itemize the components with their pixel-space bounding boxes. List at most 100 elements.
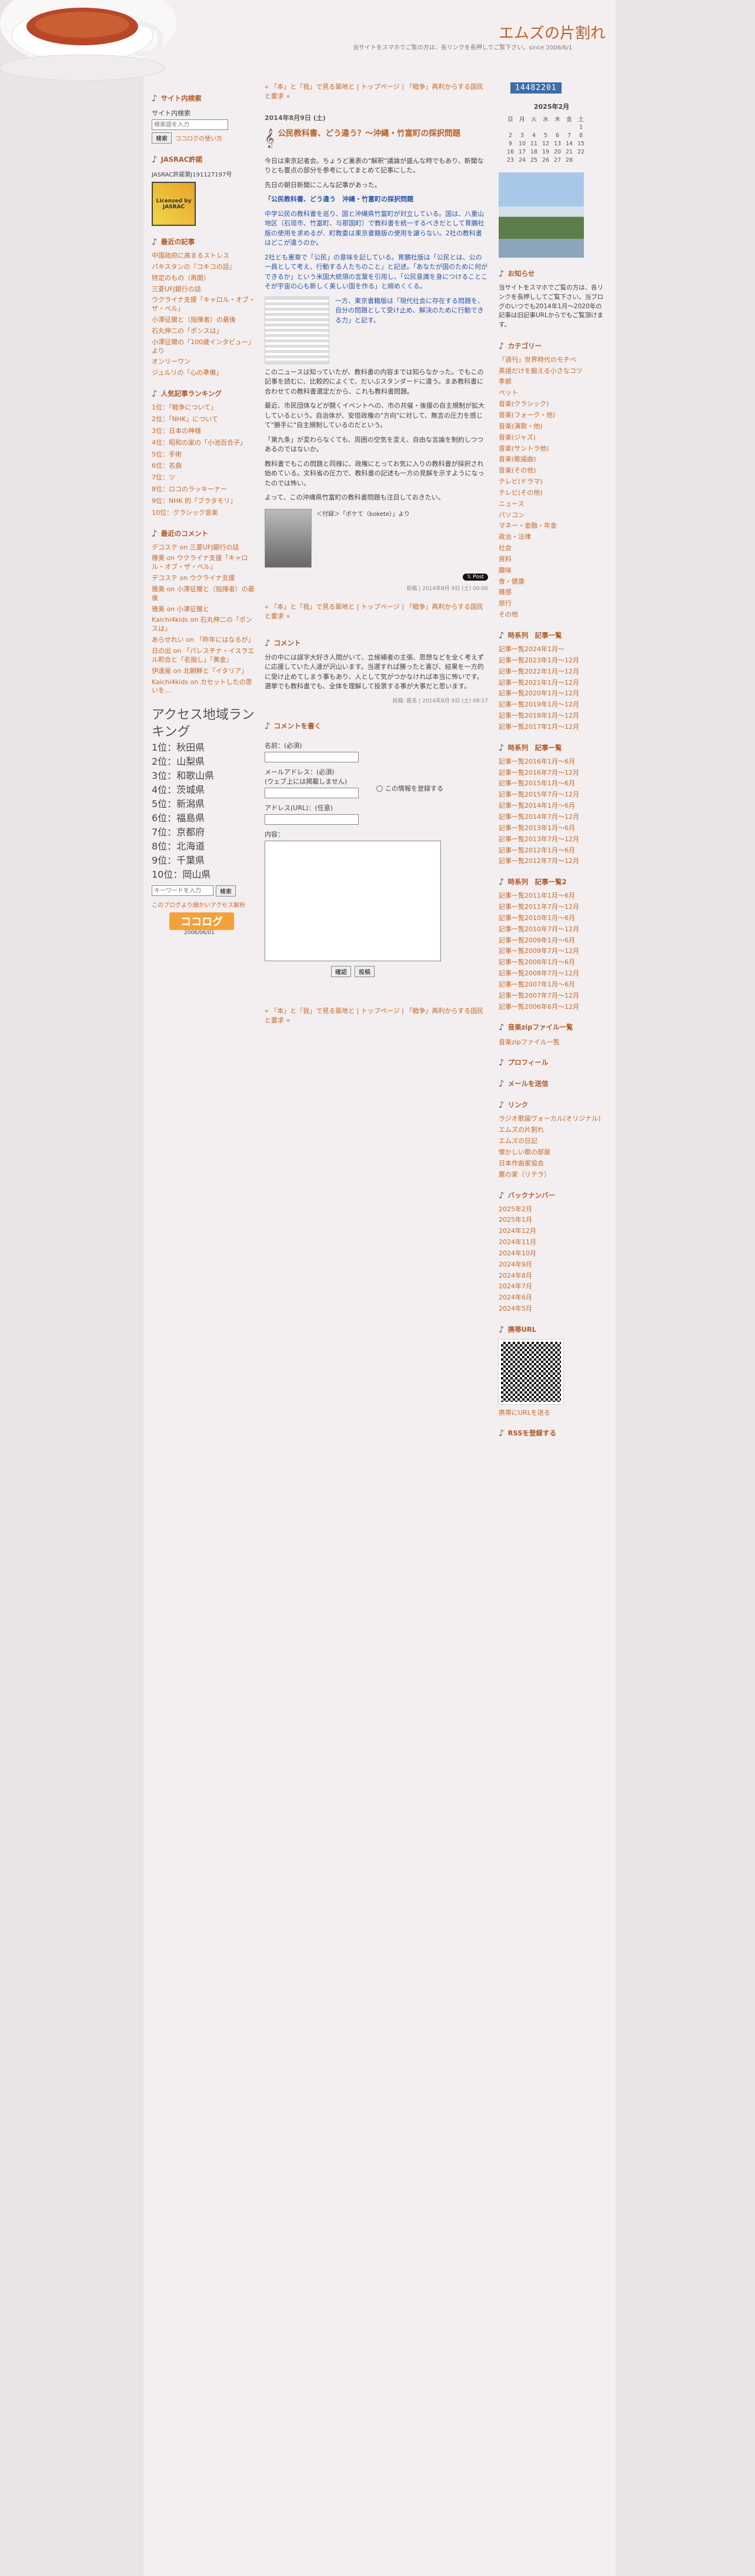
- history-link[interactable]: 記事一覧2009年1月〜6月: [499, 937, 604, 945]
- history-link[interactable]: 記事一覧2008年1月〜6月: [499, 958, 604, 967]
- category-link[interactable]: テレビ(ドラマ): [499, 478, 604, 486]
- zip-link[interactable]: 音楽zipファイル一覧: [499, 1037, 604, 1047]
- category-link[interactable]: テレビ(その他): [499, 489, 604, 498]
- history-link[interactable]: 記事一覧2013年1月〜6月: [499, 824, 604, 833]
- recent-post-link[interactable]: 小澤征爾と（指揮者）の最後: [152, 316, 258, 325]
- recent-comment-link[interactable]: 雅美 on 小澤征爾と: [152, 605, 258, 614]
- history-link[interactable]: 記事一覧2012年7月〜12月: [499, 857, 604, 866]
- history-link[interactable]: 記事一覧2019年1月〜12月: [499, 701, 604, 709]
- mail-link[interactable]: ♪ メールを送信: [499, 1078, 604, 1089]
- recent-comment-link[interactable]: 伊達屋 on 北朝鮮と「イタリア」: [152, 667, 258, 676]
- rss-link[interactable]: ♪ RSSを登録する: [499, 1428, 604, 1438]
- month-link[interactable]: 2025年2月: [499, 1205, 604, 1214]
- keyword-input[interactable]: [152, 885, 213, 897]
- history-link[interactable]: 記事一覧2014年7月〜12月: [499, 813, 604, 822]
- external-link[interactable]: ラジオ歌謡ヴォーカル(オリジナル): [499, 1115, 604, 1124]
- month-link[interactable]: 2024年6月: [499, 1294, 604, 1302]
- category-link[interactable]: 音楽(歌謡曲): [499, 455, 604, 464]
- external-link[interactable]: エムズの日記: [499, 1137, 604, 1146]
- history-link[interactable]: 記事一覧2023年1月〜12月: [499, 657, 604, 665]
- category-link[interactable]: 社会: [499, 544, 604, 553]
- history-link[interactable]: 記事一覧2018年1月〜12月: [499, 712, 604, 721]
- cocolog-logo[interactable]: ココログ: [169, 912, 234, 931]
- category-link[interactable]: 英語だけを鍛える小さなコツ: [499, 367, 604, 376]
- recent-post-link[interactable]: パキスタンの『コキコの話』: [152, 263, 258, 272]
- category-link[interactable]: 音楽(フォーク・他): [499, 411, 604, 420]
- name-field[interactable]: [265, 751, 359, 762]
- recent-comment-link[interactable]: あらせれい on 「昨年にはなるが」: [152, 636, 258, 645]
- history-link[interactable]: 記事一覧2017年1月〜12月: [499, 723, 604, 732]
- comment-textarea[interactable]: [265, 840, 441, 961]
- category-link[interactable]: その他: [499, 611, 604, 619]
- history-link[interactable]: 記事一覧2011年1月〜6月: [499, 892, 604, 901]
- recent-post-link[interactable]: オンリーワン: [152, 358, 258, 366]
- ranking-item[interactable]: 4位：昭和の家の「小池百合子」: [152, 439, 258, 448]
- ranking-item[interactable]: 10位：クラシック音楽: [152, 509, 258, 518]
- keyword-search-button[interactable]: 検索: [216, 885, 236, 897]
- category-link[interactable]: 音楽(サントラ他): [499, 445, 604, 454]
- send-url-link[interactable]: 携帯にURLを送る: [499, 1408, 604, 1417]
- bokete-photo[interactable]: [265, 508, 312, 568]
- category-link[interactable]: 音楽(その他): [499, 466, 604, 475]
- recent-post-link[interactable]: 三菱UFJ銀行の話: [152, 285, 258, 294]
- access-analysis-link[interactable]: このブログより細かいアクセス解析: [152, 900, 258, 909]
- history-link[interactable]: 記事一覧2015年1月〜6月: [499, 779, 604, 788]
- history-link[interactable]: 記事一覧2016年7月〜12月: [499, 769, 604, 778]
- category-link[interactable]: ニュース: [499, 500, 604, 509]
- category-link[interactable]: 音楽(ジャズ): [499, 434, 604, 442]
- recent-comment-link[interactable]: Kaichi4kids on カセットしたの思いを…: [152, 678, 258, 696]
- top-navigation[interactable]: « 「本」と「我」で見る築地と | トップページ | 「戦争」再利からする国民と…: [265, 82, 488, 101]
- footer-navigation[interactable]: « 「本」と「我」で見る築地と | トップページ | 「戦争」再利からする国民と…: [265, 1007, 488, 1025]
- month-link[interactable]: 2024年5月: [499, 1305, 604, 1314]
- category-link[interactable]: 趣味: [499, 566, 604, 575]
- history-link[interactable]: 記事一覧2013年7月〜12月: [499, 835, 604, 844]
- recent-post-link[interactable]: ジュルリの「心の準備」: [152, 369, 258, 378]
- ranking-item[interactable]: 5位：手術: [152, 451, 258, 459]
- profile-link[interactable]: ♪ プロフィール: [499, 1057, 604, 1068]
- category-link[interactable]: ペット: [499, 389, 604, 398]
- site-search-button[interactable]: 検索: [152, 132, 172, 144]
- history-link[interactable]: 記事一覧2009年7月〜12月: [499, 947, 604, 956]
- history-link[interactable]: 記事一覧2006年6月〜12月: [499, 1003, 604, 1012]
- x-post-button[interactable]: 𝕏 Post: [463, 573, 488, 581]
- recent-comment-link[interactable]: Kaichi4kids on 石丸伸二の「ポンスは」: [152, 616, 258, 634]
- bottom-navigation[interactable]: « 「本」と「我」で見る築地と | トップページ | 「戦争」再利からする国民と…: [265, 602, 488, 621]
- check-button[interactable]: 確認: [331, 965, 351, 977]
- history-link[interactable]: 記事一覧2015年7月〜12月: [499, 791, 604, 799]
- category-link[interactable]: マネー・金融・年金: [499, 522, 604, 531]
- history-link[interactable]: 記事一覧2021年1月〜12月: [499, 679, 604, 688]
- ranking-item[interactable]: 6位：名曲: [152, 462, 258, 471]
- month-link[interactable]: 2024年12月: [499, 1227, 604, 1236]
- external-link[interactable]: 鷹の家（リテラ）: [499, 1171, 604, 1179]
- history-link[interactable]: 記事一覧2022年1月〜12月: [499, 668, 604, 677]
- month-link[interactable]: 2025年1月: [499, 1216, 604, 1225]
- post-button[interactable]: 投稿: [355, 965, 375, 977]
- recent-comment-link[interactable]: デコステ on 三菱UFJ銀行の話: [152, 544, 258, 552]
- month-link[interactable]: 2024年10月: [499, 1249, 604, 1258]
- recent-post-link[interactable]: 中国政府に高まるストレス: [152, 252, 258, 261]
- textbook-comparison-image[interactable]: [265, 296, 329, 364]
- recent-comment-link[interactable]: デコステ on ウクライナ支援: [152, 574, 258, 583]
- ranking-item[interactable]: 9位：NHK 的「ブラタモリ」: [152, 497, 258, 506]
- recent-post-link[interactable]: ウクライナ支援「キャロル・オブ・ザ・ベル」: [152, 296, 258, 314]
- history-link[interactable]: 記事一覧2007年7月〜12月: [499, 992, 604, 1001]
- entry-title[interactable]: 公民教科書、どう違う？〜沖縄・竹富町の採択問題: [278, 128, 461, 140]
- category-link[interactable]: 「週刊」世界時代のモチベ: [499, 356, 604, 365]
- history-link[interactable]: 記事一覧2007年1月〜6月: [499, 981, 604, 989]
- history-link[interactable]: 記事一覧2014年1月〜6月: [499, 802, 604, 811]
- category-link[interactable]: 音楽(演歌・他): [499, 422, 604, 431]
- category-link[interactable]: 音楽(クラシック): [499, 400, 604, 409]
- external-link[interactable]: 懐かしい歌の部屋: [499, 1148, 604, 1157]
- month-link[interactable]: 2024年8月: [499, 1272, 604, 1281]
- recent-comment-link[interactable]: 日の出 on 「パレスチナ・イスラエル和合と「名指し」「黄金」: [152, 647, 258, 665]
- jasrac-badge[interactable]: Licensed by JASRAC: [152, 182, 196, 226]
- url-field[interactable]: [265, 814, 359, 825]
- cocolog-help-link[interactable]: ココログの使い方: [175, 134, 222, 142]
- ranking-item[interactable]: 1位：「戦争について」: [152, 404, 258, 412]
- external-link[interactable]: 日本作曲家協会: [499, 1159, 604, 1168]
- history-link[interactable]: 記事一覧2016年1月〜6月: [499, 758, 604, 767]
- ranking-item[interactable]: 7位：ツ: [152, 474, 258, 482]
- category-link[interactable]: 季節: [499, 378, 604, 386]
- history-link[interactable]: 記事一覧2010年1月〜6月: [499, 914, 604, 923]
- category-link[interactable]: 旅行: [499, 599, 604, 608]
